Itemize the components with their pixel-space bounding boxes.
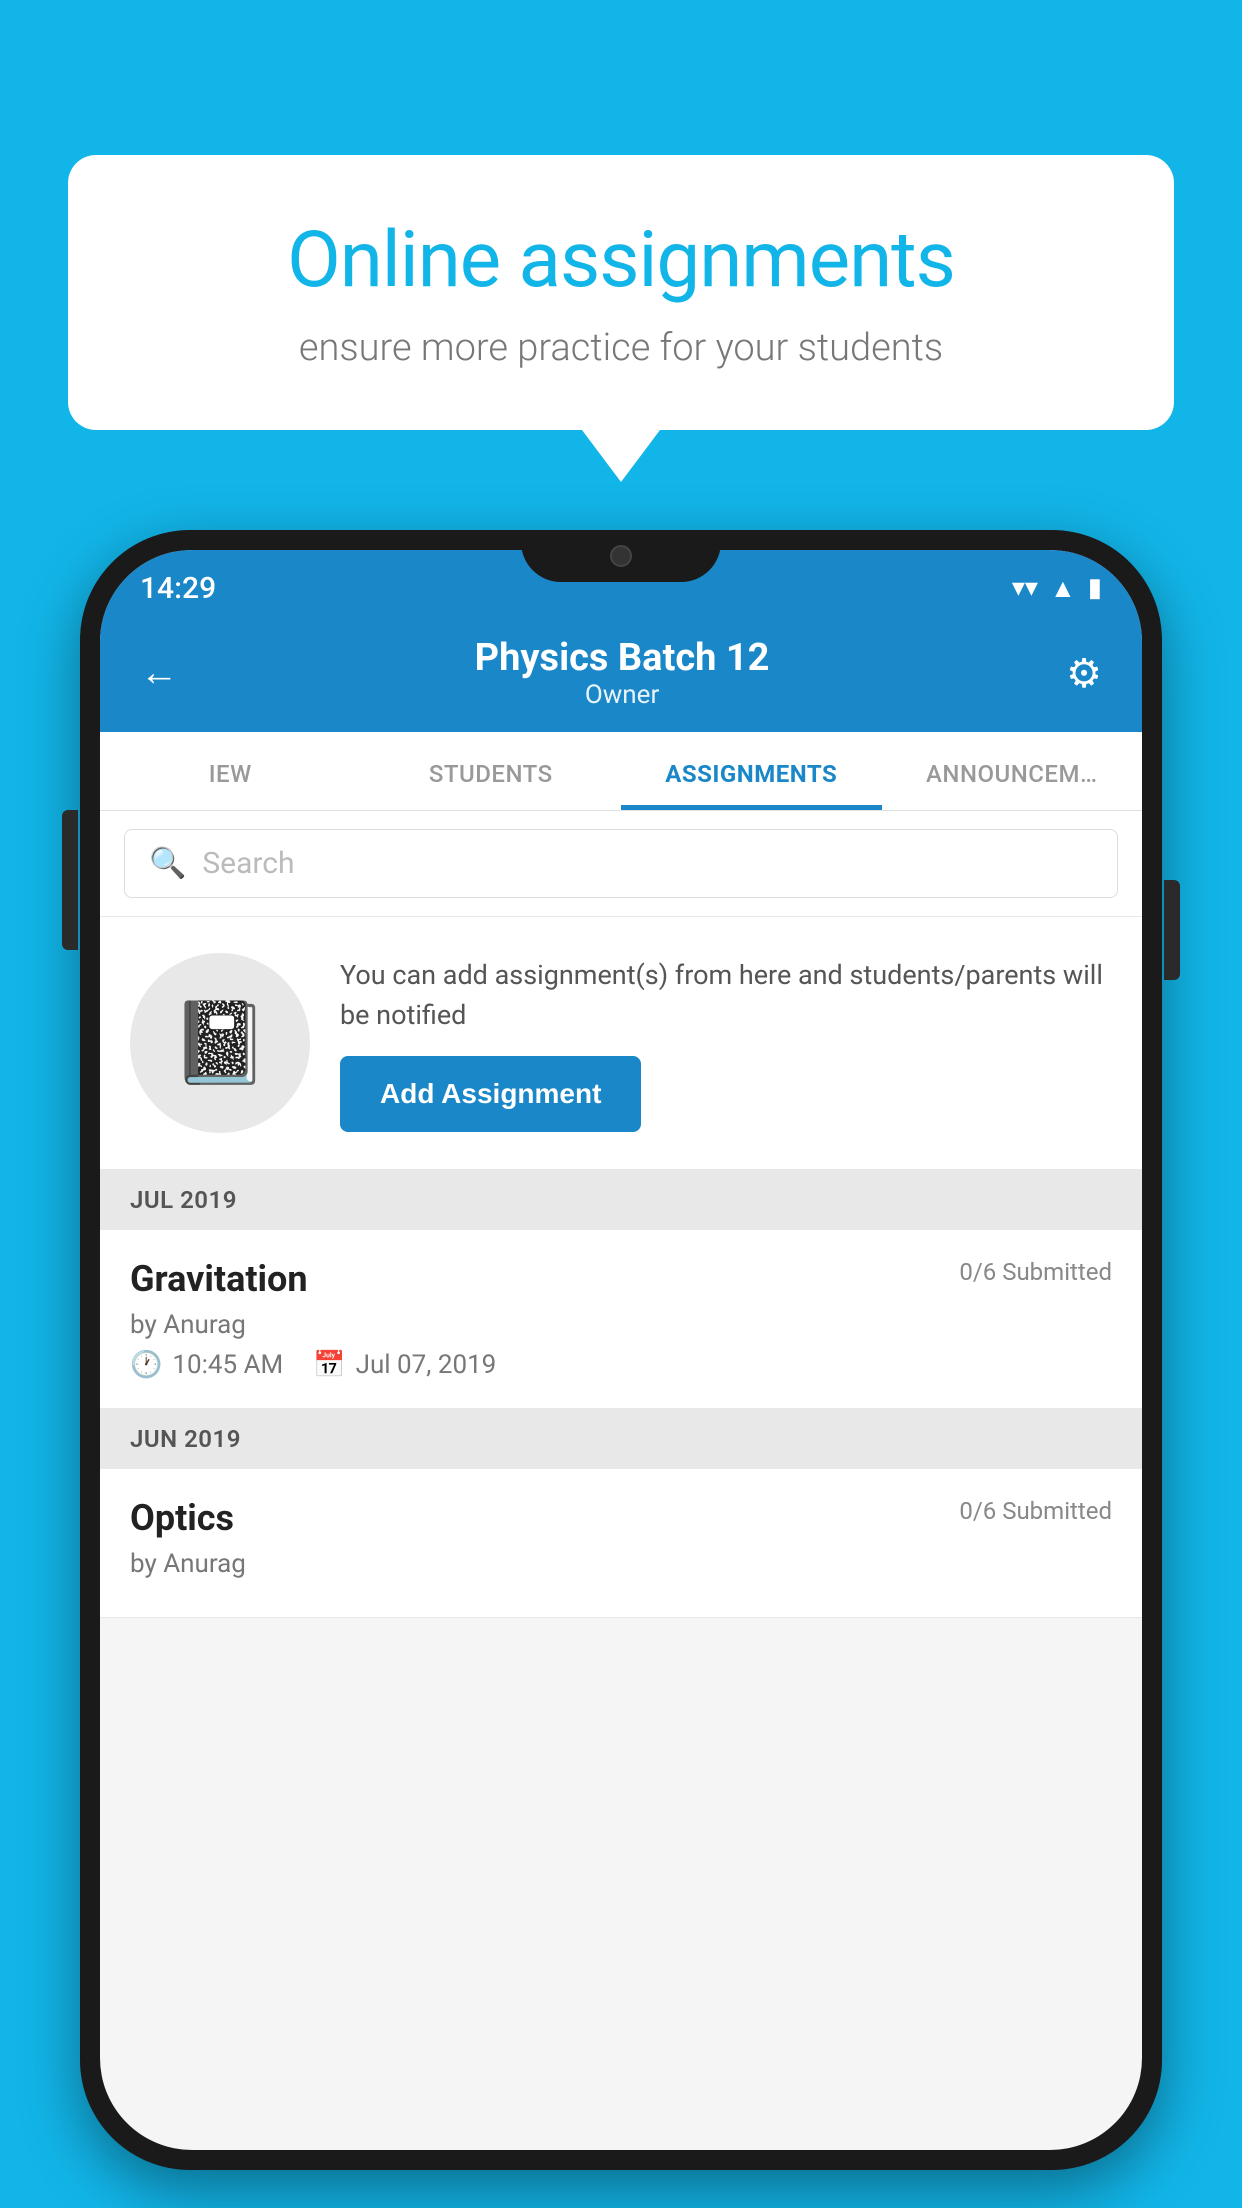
assignment-name-gravitation: Gravitation — [130, 1258, 308, 1300]
assignment-top: Gravitation 0/6 Submitted — [130, 1258, 1112, 1300]
section-header-jul: JUL 2019 — [100, 1170, 1142, 1230]
assignment-submitted-optics: 0/6 Submitted — [959, 1497, 1112, 1525]
header-center: Physics Batch 12 Owner — [475, 636, 770, 710]
assignment-time: 10:45 AM — [172, 1350, 283, 1380]
assignment-date: Jul 07, 2019 — [356, 1350, 497, 1380]
assignment-by-gravitation: by Anurag — [130, 1310, 1112, 1340]
assignment-name-optics: Optics — [130, 1497, 234, 1539]
notch — [521, 530, 721, 582]
section-header-jun: JUN 2019 — [100, 1409, 1142, 1469]
add-assignment-button[interactable]: Add Assignment — [340, 1056, 641, 1132]
assignment-submitted-gravitation: 0/6 Submitted — [959, 1258, 1112, 1286]
search-icon: 🔍 — [149, 846, 186, 881]
promo-content: You can add assignment(s) from here and … — [340, 955, 1112, 1132]
phone-outer: 14:29 ▾▾ ▲ ▮ ← Physics Batch 12 Owner ⚙ … — [80, 530, 1162, 2170]
tab-students[interactable]: STUDENTS — [361, 732, 622, 810]
tabs-bar: IEW STUDENTS ASSIGNMENTS ANNOUNCEM… — [100, 732, 1142, 811]
header-title: Physics Batch 12 — [475, 636, 770, 680]
assignment-item-optics[interactable]: Optics 0/6 Submitted by Anurag — [100, 1469, 1142, 1618]
app-header: ← Physics Batch 12 Owner ⚙ — [100, 618, 1142, 732]
camera — [610, 545, 632, 567]
search-container: 🔍 Search — [100, 811, 1142, 917]
meta-time-gravitation: 🕐 10:45 AM — [130, 1350, 283, 1380]
promo-text: You can add assignment(s) from here and … — [340, 955, 1112, 1036]
search-input-wrapper[interactable]: 🔍 Search — [124, 829, 1118, 898]
assignment-meta-gravitation: 🕐 10:45 AM 📅 Jul 07, 2019 — [130, 1350, 1112, 1380]
back-button[interactable]: ← — [140, 651, 178, 695]
notebook-icon: 📓 — [170, 996, 270, 1090]
signal-icon: ▲ — [1050, 573, 1076, 604]
assignment-top-optics: Optics 0/6 Submitted — [130, 1497, 1112, 1539]
wifi-icon: ▾▾ — [1012, 573, 1038, 603]
search-placeholder: Search — [202, 846, 294, 881]
meta-date-gravitation: 📅 Jul 07, 2019 — [313, 1350, 496, 1380]
tab-iew[interactable]: IEW — [100, 732, 361, 810]
header-subtitle: Owner — [475, 680, 770, 710]
speech-bubble-container: Online assignments ensure more practice … — [68, 155, 1174, 430]
phone-wrapper: 14:29 ▾▾ ▲ ▮ ← Physics Batch 12 Owner ⚙ … — [80, 530, 1162, 2170]
settings-icon[interactable]: ⚙ — [1066, 650, 1102, 697]
tab-assignments[interactable]: ASSIGNMENTS — [621, 732, 882, 810]
promo-icon-circle: 📓 — [130, 953, 310, 1133]
tab-announcements[interactable]: ANNOUNCEM… — [882, 732, 1143, 810]
calendar-icon: 📅 — [313, 1350, 345, 1380]
status-icons: ▾▾ ▲ ▮ — [1012, 573, 1102, 604]
clock-icon: 🕐 — [130, 1350, 162, 1380]
promo-box: 📓 You can add assignment(s) from here an… — [100, 917, 1142, 1170]
bubble-title: Online assignments — [148, 215, 1094, 306]
status-time: 14:29 — [140, 571, 216, 606]
battery-icon: ▮ — [1088, 573, 1102, 603]
phone-screen: 14:29 ▾▾ ▲ ▮ ← Physics Batch 12 Owner ⚙ … — [100, 550, 1142, 2150]
bubble-subtitle: ensure more practice for your students — [148, 326, 1094, 370]
assignment-by-optics: by Anurag — [130, 1549, 1112, 1579]
speech-bubble: Online assignments ensure more practice … — [68, 155, 1174, 430]
assignment-item-gravitation[interactable]: Gravitation 0/6 Submitted by Anurag 🕐 10… — [100, 1230, 1142, 1409]
